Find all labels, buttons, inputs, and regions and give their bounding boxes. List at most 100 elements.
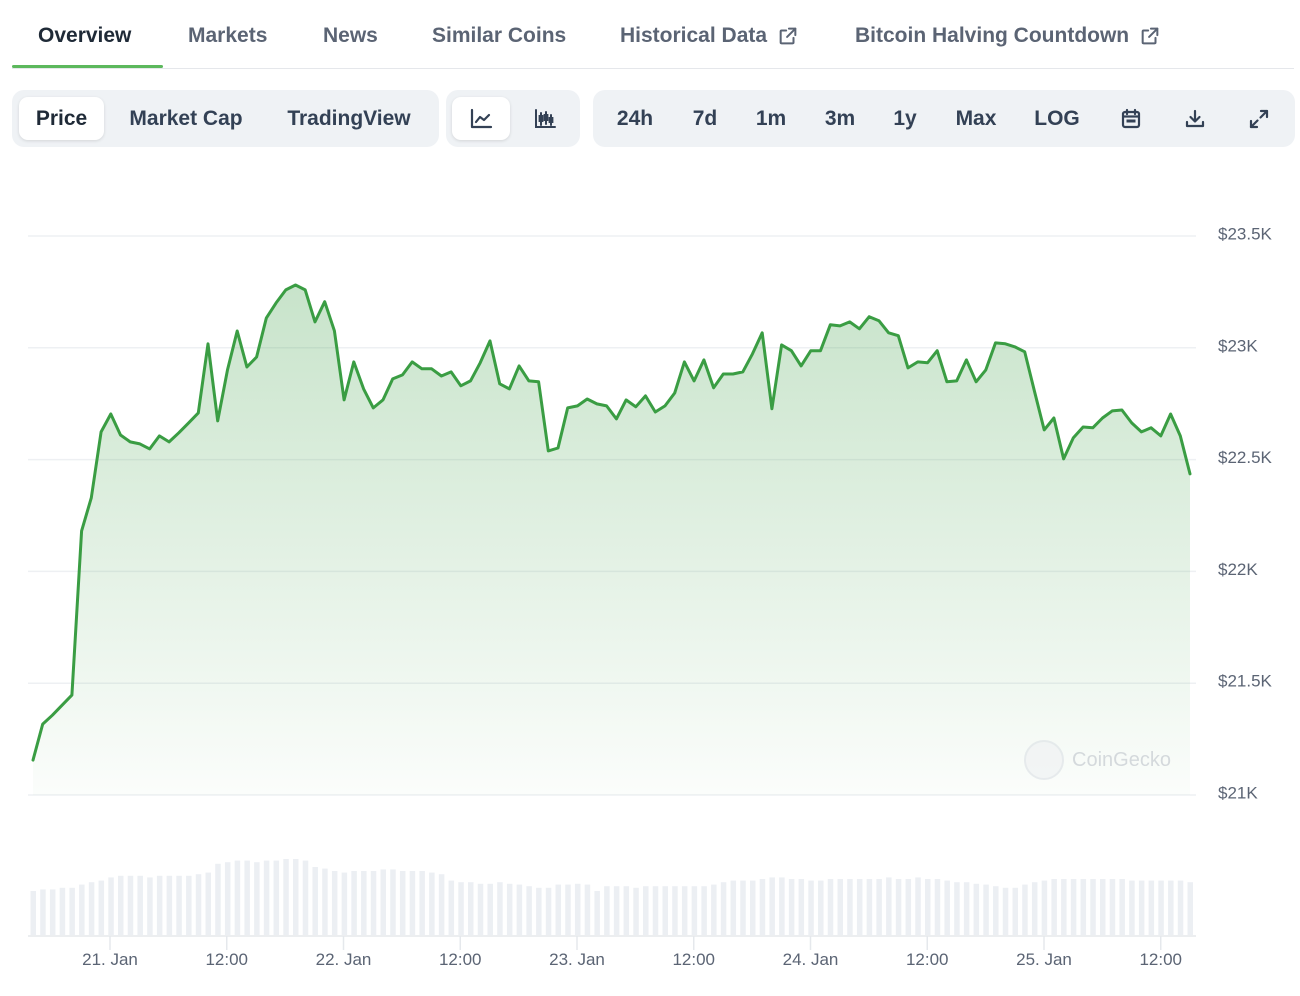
volume-bar — [769, 877, 775, 935]
volume-bar — [1187, 882, 1193, 935]
range-label: Max — [955, 106, 997, 130]
y-tick-label: $22.5K — [1218, 448, 1273, 467]
volume-bar — [195, 874, 202, 935]
volume-bar — [487, 883, 493, 935]
chart-style-toggle — [446, 90, 580, 147]
volume-bar — [574, 883, 581, 935]
y-tick-label: $21K — [1218, 783, 1258, 802]
volume-bar — [720, 882, 727, 935]
volume-bar — [108, 877, 114, 935]
calendar-icon — [1121, 108, 1141, 128]
volume-bar — [749, 880, 756, 935]
volume-bar — [186, 875, 192, 935]
range-24h-button[interactable]: 24h — [605, 97, 665, 140]
volume-bar — [759, 879, 766, 935]
volume-bar — [856, 879, 863, 935]
price-button[interactable]: Price — [19, 97, 104, 140]
market-cap-label: Market Cap — [129, 106, 243, 130]
x-tick-label: 12:00 — [439, 950, 482, 969]
download-button[interactable] — [1171, 97, 1219, 140]
price-chart[interactable]: $21K $21.5K $22K $22.5K $23K $23.5K 21. Jan 12… — [0, 150, 1300, 996]
tab-similar-coins[interactable]: Similar Coins — [432, 24, 566, 48]
volume-bar — [516, 884, 523, 935]
tab-label: Historical Data — [620, 24, 768, 47]
volume-bar — [1061, 879, 1067, 935]
range-3m-button[interactable]: 3m — [813, 97, 867, 140]
volume-bar — [963, 882, 970, 935]
volume-bar — [584, 884, 591, 935]
line-chart-button[interactable] — [452, 97, 510, 140]
volume-bar — [691, 886, 698, 935]
volume-bar — [1129, 880, 1135, 935]
y-axis: $21K $21.5K $22K $22.5K $23K $23.5K — [1218, 224, 1273, 802]
volume-bar — [1158, 880, 1164, 935]
fullscreen-button[interactable] — [1235, 97, 1283, 140]
tab-markets[interactable]: Markets — [188, 24, 267, 48]
active-tab-indicator — [12, 65, 163, 68]
market-cap-button[interactable]: Market Cap — [116, 97, 256, 140]
volume-bar — [1051, 879, 1057, 935]
external-link-icon — [1141, 27, 1159, 45]
y-tick-label: $23.5K — [1218, 224, 1273, 243]
log-scale-button[interactable]: LOG — [1025, 97, 1089, 140]
volume-bar — [380, 869, 387, 935]
volume-bar — [652, 886, 659, 935]
x-tick-label: 24. Jan — [783, 950, 839, 969]
volume-bar — [137, 875, 143, 935]
volume-bar — [565, 884, 571, 935]
volume-bar — [477, 883, 484, 935]
volume-bar — [827, 879, 834, 935]
range-1m-button[interactable]: 1m — [745, 97, 797, 140]
candlestick-chart-button[interactable] — [516, 97, 574, 140]
volume-bar — [876, 879, 882, 935]
volume-bar — [623, 886, 630, 935]
volume-bar — [613, 886, 620, 935]
volume-bar — [49, 889, 56, 935]
date-range-button[interactable] — [1107, 97, 1155, 140]
volume-bar — [594, 891, 600, 935]
tradingview-button[interactable]: TradingView — [274, 97, 424, 140]
volume-bar — [1109, 879, 1116, 935]
volume-bar — [312, 867, 318, 935]
candlestick-chart-icon — [535, 108, 556, 128]
volume-bar — [224, 862, 231, 935]
range-1y-button[interactable]: 1y — [881, 97, 929, 140]
volume-bar — [604, 886, 610, 935]
volume-bar — [429, 872, 435, 935]
tab-label: Bitcoin Halving Countdown — [855, 24, 1130, 47]
range-7d-button[interactable]: 7d — [679, 97, 731, 140]
tab-historical-data[interactable]: Historical Data — [620, 24, 799, 48]
volume-bar — [361, 871, 367, 935]
volume-bar — [730, 880, 737, 935]
volume-bar — [837, 879, 843, 935]
tab-bitcoin-halving-countdown[interactable]: Bitcoin Halving Countdown — [855, 24, 1161, 48]
tab-news[interactable]: News — [323, 24, 378, 48]
volume-bar — [536, 887, 542, 935]
volume-bar — [254, 862, 260, 935]
volume-bar — [370, 871, 377, 935]
volume-bar — [30, 891, 36, 935]
volume-bar — [234, 860, 241, 935]
range-max-button[interactable]: Max — [945, 97, 1007, 140]
volume-bar — [458, 882, 464, 935]
volume-bar — [643, 886, 649, 935]
tab-label: News — [323, 24, 378, 47]
volume-bar — [1031, 882, 1038, 935]
volume-bar — [788, 879, 795, 935]
x-tick-label: 21. Jan — [82, 950, 138, 969]
tab-label: Overview — [38, 24, 132, 47]
x-tick-label: 23. Jan — [549, 950, 605, 969]
volume-bar — [672, 886, 678, 935]
volume-bar — [341, 872, 348, 935]
tab-overview[interactable]: Overview — [38, 24, 131, 48]
x-tick-label: 12:00 — [906, 950, 949, 969]
x-tick-label: 12:00 — [672, 950, 715, 969]
volume-bar — [993, 886, 999, 935]
volume-bar — [1070, 879, 1077, 935]
tab-bar: Overview Markets News Similar Coins Hist… — [12, 0, 1294, 69]
volume-bar — [1080, 879, 1087, 935]
volume-bar — [915, 877, 921, 935]
volume-bar — [263, 860, 270, 935]
line-chart-icon — [470, 108, 493, 128]
volume-bar — [633, 887, 639, 935]
